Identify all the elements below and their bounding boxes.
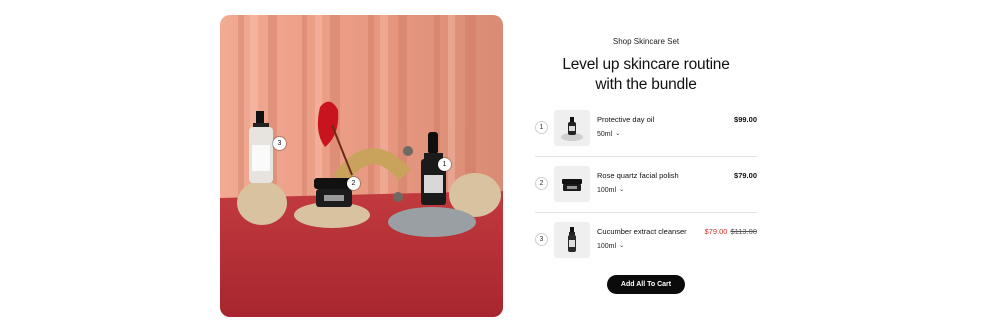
bundle-item: 1 Protective day oil 50ml ⌄ $99.00 (535, 110, 757, 154)
item-index-badge: 1 (535, 121, 548, 134)
product-name[interactable]: Cucumber extract cleanser (597, 227, 687, 236)
divider (535, 212, 757, 213)
bundle-item: 3 Cucumber extract cleanser 100ml ⌄ $79.0… (535, 222, 757, 266)
add-all-to-cart-button[interactable]: Add All To Cart (607, 275, 685, 294)
headline-line-2: with the bundle (595, 76, 697, 93)
product-scene-illustration (220, 15, 503, 317)
product-name[interactable]: Rose quartz facial polish (597, 171, 679, 180)
section-eyebrow: Shop Skincare Set (612, 37, 680, 46)
product-thumbnail[interactable] (554, 110, 590, 146)
product-name[interactable]: Protective day oil (597, 115, 654, 124)
item-index-badge: 3 (535, 233, 548, 246)
variant-value: 50ml (597, 131, 613, 138)
sale-price: $79.00 (704, 227, 728, 236)
product-thumbnail-graphic (561, 117, 583, 141)
variant-value: 100ml (597, 243, 617, 250)
variant-selector[interactable]: 50ml ⌄ (597, 131, 620, 138)
bundle-hero-image: 1 2 3 (220, 15, 503, 317)
variant-selector[interactable]: 100ml ⌄ (597, 243, 624, 250)
product-price: $79.00 $113.00 (704, 227, 757, 236)
hotspot-product-3[interactable]: 3 (273, 137, 286, 150)
compare-at-price: $113.00 (730, 227, 757, 236)
product-thumbnail-graphic (568, 227, 576, 252)
hotspot-product-2[interactable]: 2 (347, 177, 360, 190)
product-price: $79.00 (734, 171, 757, 180)
product-thumbnail[interactable] (554, 166, 590, 202)
variant-value: 100ml (597, 187, 617, 194)
variant-selector[interactable]: 100ml ⌄ (597, 187, 624, 194)
section-headline: Level up skincare routine with the bundl… (535, 55, 757, 95)
product-price: $99.00 (734, 115, 757, 124)
chevron-down-icon: ⌄ (615, 131, 621, 137)
chevron-down-icon: ⌄ (619, 243, 625, 249)
product-thumbnail-graphic (562, 179, 582, 191)
bundle-item: 2 Rose quartz facial polish 100ml ⌄ $79.0… (535, 166, 757, 210)
hotspot-product-1[interactable]: 1 (438, 158, 451, 171)
divider (535, 156, 757, 157)
product-thumbnail[interactable] (554, 222, 590, 258)
chevron-down-icon: ⌄ (619, 187, 625, 193)
headline-line-1: Level up skincare routine (562, 56, 730, 73)
item-index-badge: 2 (535, 177, 548, 190)
